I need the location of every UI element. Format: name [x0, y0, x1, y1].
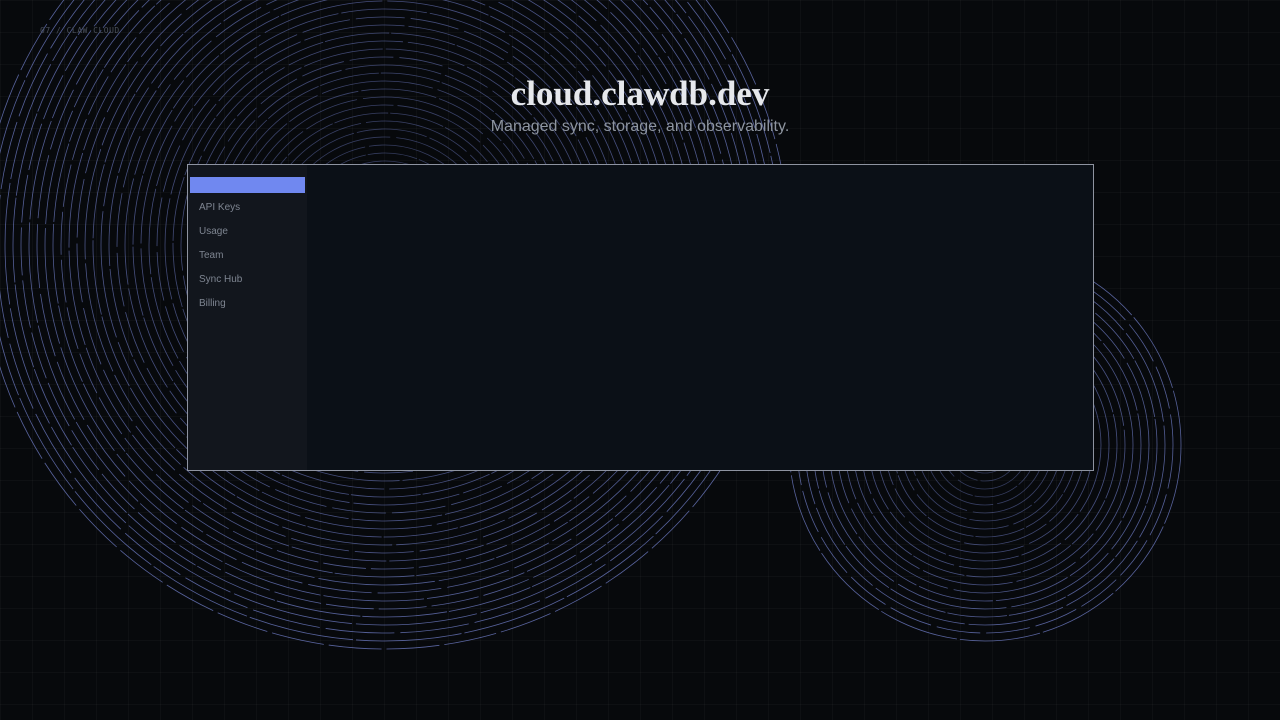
sidebar-item-sync-hub[interactable]: Sync Hub	[199, 271, 242, 295]
dashboard-panel: API Keys Usage Team Sync Hub Billing	[187, 164, 1094, 471]
sidebar-item-team[interactable]: Team	[199, 247, 242, 271]
sidebar-item-api-keys[interactable]: API Keys	[199, 199, 242, 223]
sidebar-item-active[interactable]	[190, 177, 305, 193]
sidebar-item-usage[interactable]: Usage	[199, 223, 242, 247]
sidebar: API Keys Usage Team Sync Hub Billing	[188, 165, 307, 470]
page-title: cloud.clawdb.dev	[510, 74, 770, 113]
hero: cloud.clawdb.dev Managed sync, storage, …	[0, 72, 1280, 138]
sidebar-list: API Keys Usage Team Sync Hub Billing	[199, 199, 242, 319]
main-content	[307, 165, 1093, 470]
page-subtitle: Managed sync, storage, and observability…	[490, 118, 790, 135]
corner-label: 07 / CLAW CLOUD	[40, 26, 120, 35]
sidebar-item-billing[interactable]: Billing	[199, 295, 242, 319]
